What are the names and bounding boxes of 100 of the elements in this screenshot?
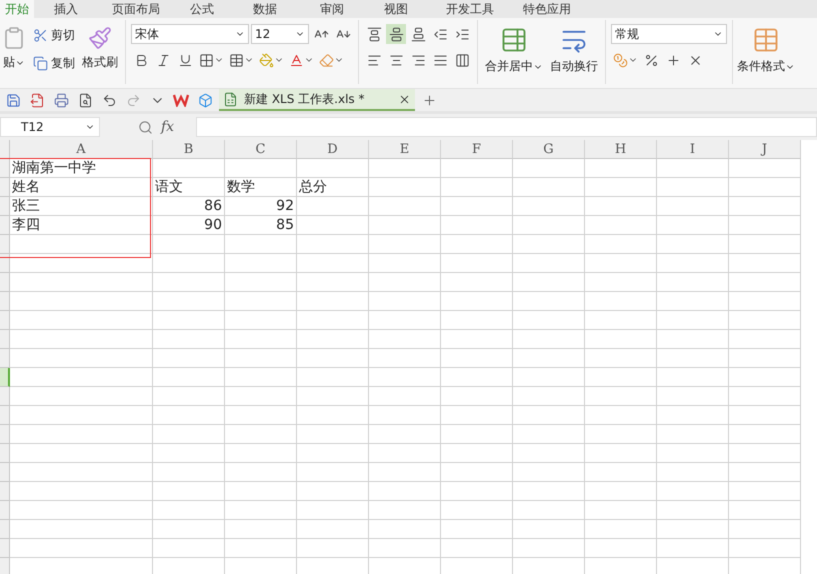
table-cell	[513, 197, 585, 216]
row-header[interactable]	[0, 254, 10, 273]
paste-button[interactable]: 贴	[0, 24, 28, 84]
ribbon-tab[interactable]: 特色应用	[512, 0, 582, 18]
table-cell	[225, 254, 297, 273]
ribbon-tab[interactable]: 开始	[0, 0, 34, 18]
select-all-corner[interactable]	[0, 140, 10, 159]
table-cell: 语文	[153, 178, 225, 197]
number-format-dropdown[interactable]: 常规	[611, 24, 727, 44]
table-cell	[369, 482, 441, 501]
ribbon-tab[interactable]: 开发工具	[428, 0, 512, 18]
table-cell	[225, 311, 297, 330]
table-cell	[297, 425, 369, 444]
table-cell	[513, 292, 585, 311]
table-cell	[657, 197, 729, 216]
table-cell	[729, 292, 801, 311]
table-cell	[657, 368, 729, 387]
table-cell	[657, 178, 729, 197]
table-cell	[441, 444, 513, 463]
table-cell: 李四	[10, 216, 153, 235]
table-cell	[297, 463, 369, 482]
cut-button[interactable]: 剪切	[31, 24, 77, 46]
table-cell	[369, 387, 441, 406]
table-cell	[153, 444, 225, 463]
table-cell	[585, 368, 657, 387]
table-cell	[657, 482, 729, 501]
table-cell	[513, 463, 585, 482]
table-cell	[513, 406, 585, 425]
font-name-dropdown[interactable]: 宋体	[131, 24, 249, 44]
conditional-format-button[interactable]: 条件格式	[735, 24, 797, 84]
function-label[interactable]: fx	[161, 119, 174, 135]
column-header[interactable]: D	[297, 140, 369, 159]
column-header[interactable]: G	[513, 140, 585, 159]
align-left-icon	[366, 52, 382, 68]
print-icon	[54, 92, 68, 108]
table-cell	[297, 254, 369, 273]
ribbon-tab[interactable]: 插入	[34, 0, 98, 18]
column-header[interactable]: I	[657, 140, 729, 159]
name-box[interactable]: T12	[0, 117, 100, 137]
merge-center-button[interactable]: 合并居中	[483, 24, 545, 84]
table-cell	[153, 368, 225, 387]
table-cell	[297, 197, 369, 216]
clear-format-icon	[318, 52, 334, 68]
table-cell	[441, 311, 513, 330]
format-painter-button[interactable]: 格式刷	[80, 24, 120, 84]
ribbon-tab[interactable]: 视图	[364, 0, 428, 18]
column-header[interactable]: B	[153, 140, 225, 159]
table-cell	[729, 178, 801, 197]
table-cell	[513, 178, 585, 197]
row-header[interactable]	[0, 368, 10, 387]
copy-button[interactable]: 复制	[31, 52, 77, 74]
align-middle-button[interactable]	[386, 24, 406, 44]
distributed-align-icon	[454, 52, 470, 68]
table-cell	[585, 330, 657, 349]
table-cell	[729, 159, 801, 178]
ribbon-tab[interactable]: 公式	[174, 0, 230, 18]
table-cell	[225, 235, 297, 254]
table-cell	[657, 520, 729, 539]
column-header[interactable]: C	[225, 140, 297, 159]
table-cell	[153, 292, 225, 311]
table-cell	[441, 463, 513, 482]
increase-indent-icon	[454, 26, 470, 42]
document-tab[interactable]: 新建 XLS 工作表.xls *	[219, 89, 415, 111]
column-header[interactable]: E	[369, 140, 441, 159]
align-bottom-icon	[410, 26, 426, 42]
export-icon	[30, 92, 44, 108]
table-cell	[369, 254, 441, 273]
column-header[interactable]: F	[441, 140, 513, 159]
table-cell	[729, 539, 801, 558]
wrap-text-button[interactable]: 自动换行	[548, 24, 600, 84]
column-header[interactable]: A	[10, 140, 153, 159]
table-cell	[369, 178, 441, 197]
table-cell	[369, 501, 441, 520]
column-header[interactable]: J	[729, 140, 801, 159]
increase-decimal-icon	[666, 52, 680, 68]
align-middle-icon	[388, 26, 404, 42]
table-cell: 90	[153, 216, 225, 235]
logo-icon	[173, 93, 189, 107]
ribbon-tab[interactable]: 数据	[230, 0, 300, 18]
table-cell	[297, 330, 369, 349]
table-cell	[369, 292, 441, 311]
redo-icon	[126, 92, 140, 108]
font-size-dropdown[interactable]: 12	[251, 24, 309, 44]
table-cell	[441, 254, 513, 273]
table-cell	[297, 235, 369, 254]
table-cell	[729, 349, 801, 368]
table-cell	[225, 330, 297, 349]
table-cell	[513, 539, 585, 558]
ribbon-tab[interactable]: 审阅	[300, 0, 364, 18]
align-center-icon	[388, 52, 404, 68]
table-cell	[153, 387, 225, 406]
table-cell	[729, 197, 801, 216]
formula-input[interactable]	[196, 117, 817, 137]
align-right-icon	[410, 52, 426, 68]
column-header[interactable]: H	[585, 140, 657, 159]
ribbon-tab[interactable]: 页面布局	[98, 0, 174, 18]
table-cell	[585, 311, 657, 330]
table-cell	[369, 520, 441, 539]
table-cell	[729, 520, 801, 539]
table-cell	[729, 387, 801, 406]
